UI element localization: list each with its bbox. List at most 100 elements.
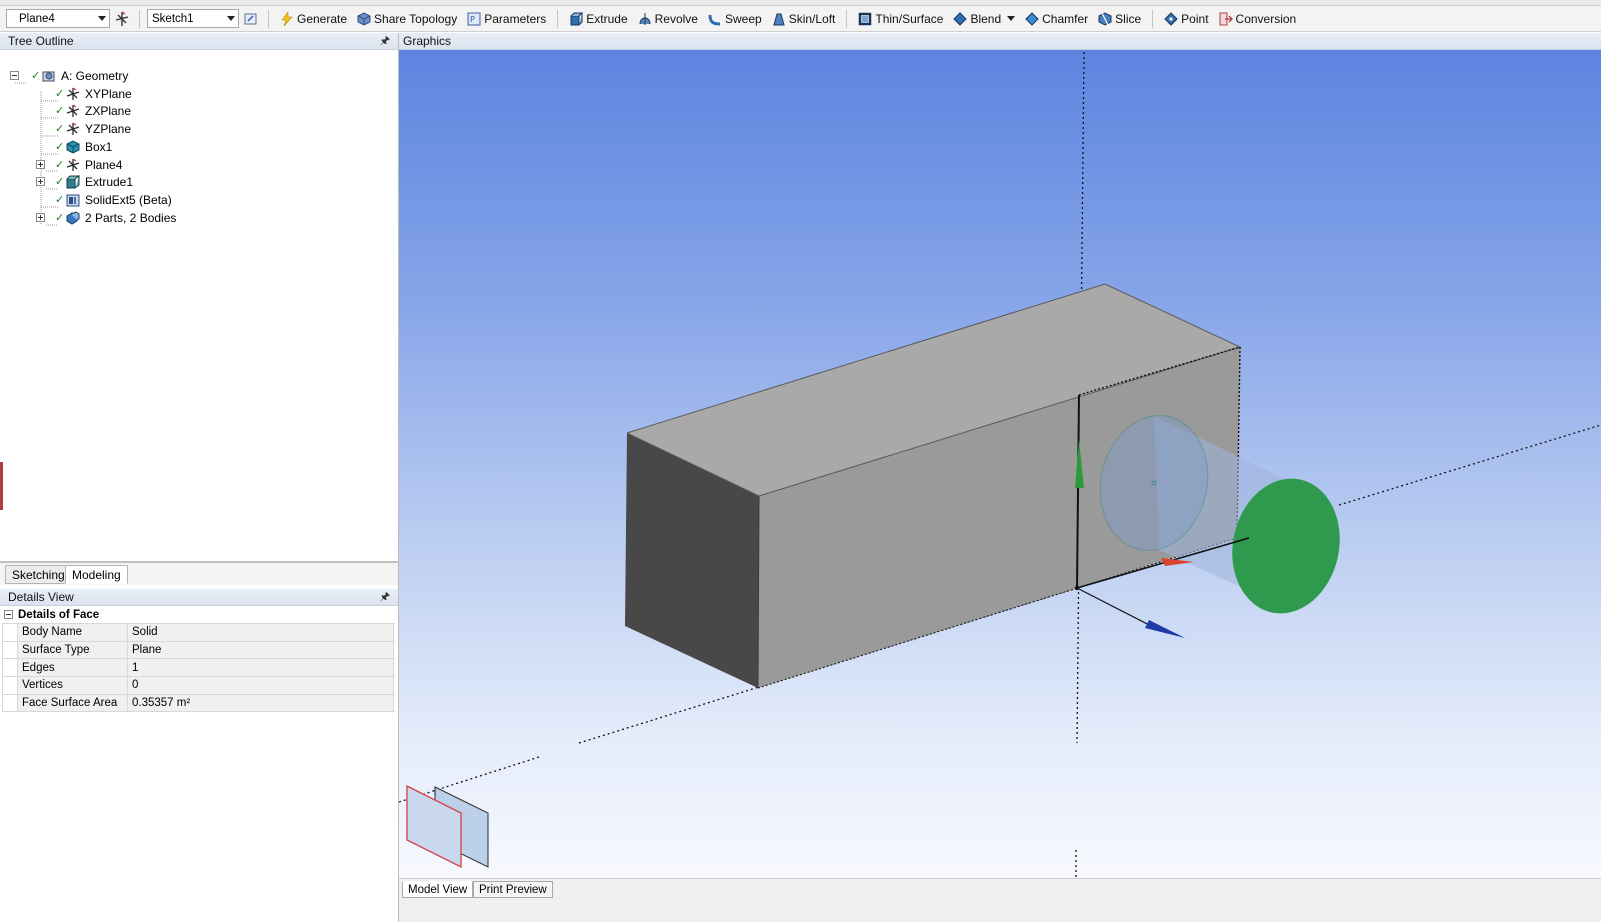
chamfer-label: Chamfer (1042, 11, 1089, 26)
conversion-label: Conversion (1235, 11, 1297, 26)
expand-icon[interactable] (36, 213, 45, 222)
plane-select[interactable]: Plane4 (6, 9, 110, 28)
tree-item-zxplane[interactable]: ✓ ZXPlane (55, 102, 131, 119)
check-icon: ✓ (55, 194, 65, 206)
left-panel: Tree Outline 🖈 ✓ A: Geometry ✓ XYPlane ✓… (0, 33, 399, 922)
tree-item-solidext5[interactable]: ✓ SolidExt5 (Beta) (55, 191, 172, 208)
thin-surface-button[interactable]: Thin/Surface (854, 8, 947, 30)
thin-surface-icon (858, 12, 872, 26)
conversion-button[interactable]: Conversion (1215, 8, 1301, 30)
point-button[interactable]: Point (1160, 8, 1212, 30)
conversion-icon (1219, 12, 1233, 26)
sweep-button[interactable]: Sweep (704, 8, 766, 30)
collapse-icon[interactable] (4, 610, 13, 619)
details-row[interactable]: Surface Type Plane (3, 641, 395, 660)
pin-icon[interactable]: 🖈 (380, 588, 390, 607)
details-table: Body Name Solid Surface Type Plane Edges… (2, 623, 395, 713)
details-group-header[interactable]: Details of Face (0, 606, 398, 623)
collapse-icon[interactable] (10, 71, 19, 80)
tree-item-label: 2 Parts, 2 Bodies (85, 210, 177, 225)
details-row[interactable]: Body Name Solid (3, 624, 395, 642)
parts-icon (65, 210, 80, 225)
extrude-label: Extrude (586, 11, 628, 26)
point-icon (1164, 11, 1178, 26)
new-sketch-icon[interactable] (241, 9, 261, 29)
tree-outline-header: Tree Outline 🖈 (0, 33, 398, 50)
tab-modeling[interactable]: Modeling (65, 565, 128, 584)
extrude-button[interactable]: Extrude (565, 8, 631, 30)
tree-item-extrude1[interactable]: ✓ Extrude1 (36, 173, 133, 190)
generate-button[interactable]: Generate (276, 8, 351, 30)
new-plane-icon[interactable] (112, 9, 132, 29)
chevron-down-icon (1007, 16, 1016, 21)
view-tabbar: Model View Print Preview (399, 878, 1601, 922)
plane-select-value: Plane4 (19, 12, 55, 25)
toolbar-separator (557, 9, 559, 28)
point-label: Point (1181, 11, 1209, 26)
plane-icon (65, 86, 80, 101)
check-icon: ✓ (55, 123, 65, 135)
details-value: Plane (128, 641, 394, 659)
view-triad-icon (406, 784, 489, 869)
thin-surface-label: Thin/Surface (875, 11, 944, 26)
details-value: 1 (128, 659, 394, 677)
toolbar-separator (846, 9, 848, 28)
sketch-select[interactable]: Sketch1 (147, 9, 239, 28)
details-key: Edges (17, 659, 128, 677)
details-key: Surface Type (17, 641, 128, 659)
window-edge-marker (0, 462, 3, 510)
sketch-select-value: Sketch1 (152, 12, 194, 25)
extrude-icon (569, 12, 584, 26)
blend-icon (953, 11, 968, 26)
plane-icon (65, 103, 80, 118)
expand-icon[interactable] (36, 177, 45, 186)
expand-icon[interactable] (36, 160, 45, 169)
tree-item-box1[interactable]: ✓ Box1 (55, 138, 112, 155)
parameters-button[interactable]: P Parameters (463, 8, 550, 30)
graphics-header: Graphics (399, 33, 1601, 50)
check-icon: ✓ (31, 70, 41, 82)
mode-tabbar: Sketching Modeling (0, 561, 398, 585)
slice-button[interactable]: Slice (1094, 8, 1145, 30)
blend-button[interactable]: Blend (949, 8, 1019, 30)
chevron-down-icon (98, 16, 106, 21)
share-topology-label: Share Topology (374, 11, 458, 26)
tab-modeling-label: Modeling (72, 567, 121, 582)
model-scene[interactable] (399, 50, 1601, 878)
check-icon: ✓ (55, 141, 65, 153)
chamfer-button[interactable]: Chamfer (1021, 8, 1092, 30)
z-axis-arrow (1145, 620, 1185, 638)
lightning-icon (280, 11, 294, 26)
revolve-label: Revolve (654, 11, 698, 26)
tab-model-view-label: Model View (408, 883, 468, 896)
details-row[interactable]: Vertices 0 (3, 677, 395, 695)
plane-icon (65, 121, 80, 136)
tree-root[interactable]: ✓ A: Geometry (10, 67, 128, 84)
tree-item-label: SolidExt5 (Beta) (85, 192, 172, 207)
tree-item-plane4[interactable]: ✓ Plane4 (36, 156, 122, 173)
tab-sketching[interactable]: Sketching (5, 565, 72, 584)
details-value: 0.35357 m² (128, 694, 394, 712)
details-row[interactable]: Edges 1 (3, 659, 395, 678)
tab-model-view[interactable]: Model View (402, 881, 474, 898)
share-topology-icon (357, 11, 371, 26)
chevron-down-icon (227, 16, 235, 21)
pin-icon[interactable]: 🖈 (380, 32, 390, 51)
tab-print-preview[interactable]: Print Preview (473, 881, 553, 898)
tree-item-label: Extrude1 (85, 174, 134, 189)
revolve-button[interactable]: Revolve (634, 8, 702, 30)
tree-item-yzplane[interactable]: ✓ YZPlane (55, 120, 131, 137)
box-icon (65, 139, 80, 154)
plane-icon (65, 157, 80, 172)
skin-loft-button[interactable]: Skin/Loft (768, 8, 840, 30)
graphics-viewport[interactable] (399, 50, 1601, 878)
tree-item-xyplane[interactable]: ✓ XYPlane (55, 85, 132, 102)
chamfer-icon (1025, 11, 1039, 26)
tab-sketching-label: Sketching (12, 567, 65, 582)
details-view-header: Details View 🖈 (0, 589, 398, 606)
tree-item-parts-bodies[interactable]: ✓ 2 Parts, 2 Bodies (36, 209, 176, 226)
toolbar-separator (139, 9, 140, 28)
share-topology-button[interactable]: Share Topology (353, 8, 461, 30)
details-row[interactable]: Face Surface Area 0.35357 m² (3, 694, 395, 713)
details-key: Vertices (17, 677, 128, 694)
